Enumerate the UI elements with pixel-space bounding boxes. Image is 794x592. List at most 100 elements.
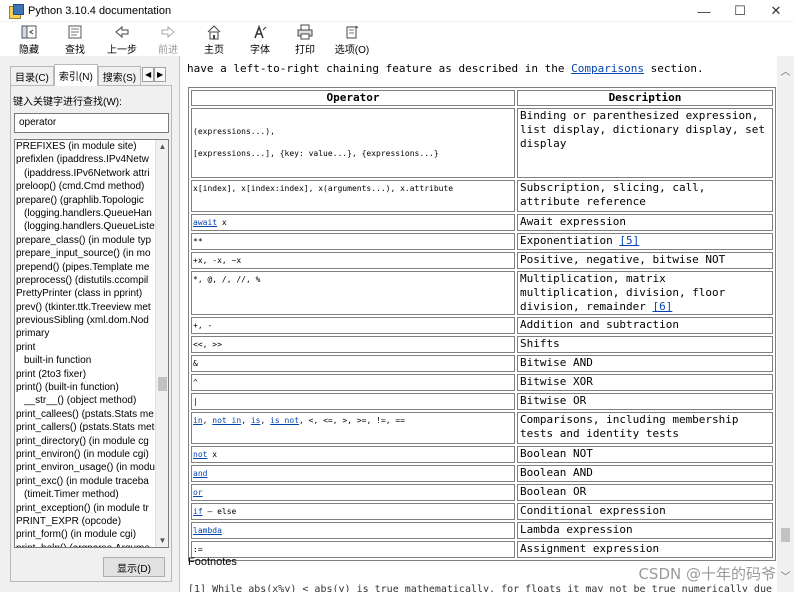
comparisons-link[interactable]: Comparisons (571, 62, 644, 75)
scroll-up-icon[interactable]: ▲ (156, 140, 168, 153)
tab-search[interactable]: 搜索(S) (97, 66, 142, 86)
keyword-link[interactable]: in (193, 416, 203, 425)
index-item[interactable]: print_callees() (pstats.Stats me (15, 408, 156, 421)
scroll-up-icon[interactable]: ︿ (777, 62, 794, 79)
index-item[interactable]: prev() (tkinter.ttk.Treeview met (15, 301, 156, 314)
keyword-link[interactable]: not (193, 450, 207, 459)
tab-scroll-left-icon[interactable]: ◀ (142, 67, 155, 82)
home-button[interactable]: 主页 (200, 22, 228, 56)
keyword-link[interactable]: or (193, 488, 203, 497)
tab-contents[interactable]: 目录(C) (10, 66, 54, 86)
keyword-input[interactable]: operator (14, 113, 169, 133)
footnote-link[interactable]: [5] (619, 234, 639, 247)
tab-scroll-right-icon[interactable]: ▶ (154, 67, 167, 82)
description-cell: Bitwise OR (517, 393, 773, 410)
index-item[interactable]: print_environ() (in module cgi) (15, 448, 156, 461)
index-item[interactable]: print (2to3 fixer) (15, 368, 156, 381)
operator-cell: & (191, 355, 515, 372)
index-item[interactable]: prefixlen (ipaddress.IPv4Netw (15, 153, 156, 166)
index-item[interactable]: (ipaddress.IPv6Network attri (15, 167, 156, 180)
description-text: Bitwise XOR (520, 375, 593, 388)
close-icon[interactable]: ✕ (758, 0, 794, 22)
index-item[interactable]: primary (15, 327, 156, 340)
scroll-down-icon[interactable]: ▼ (156, 534, 168, 547)
keyword-link[interactable]: is not (270, 416, 299, 425)
description-cell: Await expression (517, 214, 773, 231)
index-item[interactable]: prepare() (graphlib.Topologic (15, 194, 156, 207)
index-item[interactable]: __str__() (object method) (15, 394, 156, 407)
index-item[interactable]: prepend() (pipes.Template me (15, 261, 156, 274)
print-button[interactable]: 打印 (291, 22, 319, 56)
index-scrollbar[interactable]: ▲ ▼ (155, 140, 168, 547)
document-scrollbar[interactable]: ︿ ﹀ (777, 56, 794, 592)
footnote-link[interactable]: [6] (652, 300, 672, 313)
operator-line: [expressions...], {key: value...}, {expr… (193, 148, 513, 159)
maximize-icon[interactable]: ☐ (722, 0, 758, 22)
scroll-thumb[interactable] (781, 528, 790, 542)
keyword-link[interactable]: not in (212, 416, 241, 425)
operator-cell: and (191, 465, 515, 482)
description-column-header: Description (517, 90, 773, 106)
description-text: Shifts (520, 337, 560, 350)
index-item[interactable]: preloop() (cmd.Cmd method) (15, 180, 156, 193)
operator-line: +, - (193, 320, 513, 331)
index-item[interactable]: (logging.handlers.QueueListe (15, 220, 156, 233)
operator-line (193, 137, 513, 148)
operator-text: <<, >> (193, 340, 222, 349)
options-button[interactable]: 选项(O) (332, 22, 372, 56)
hide-button[interactable]: 隐藏 (12, 22, 46, 56)
scroll-thumb[interactable] (158, 377, 167, 391)
index-item[interactable]: print (15, 341, 156, 354)
find-button[interactable]: 查找 (60, 22, 90, 56)
index-item[interactable]: print_exception() (in module tr (15, 502, 156, 515)
scroll-down-icon[interactable]: ﹀ (777, 567, 794, 584)
table-row: not x Boolean NOT (191, 446, 773, 463)
keyword-link[interactable]: lambda (193, 526, 222, 535)
description-cell: Assignment expression (517, 541, 773, 558)
display-button[interactable]: 显示(D) (103, 557, 165, 577)
index-item[interactable]: (logging.handlers.QueueHan (15, 207, 156, 220)
operator-text: – else (202, 507, 237, 516)
index-item[interactable]: print() (built-in function) (15, 381, 156, 394)
tab-index[interactable]: 索引(N) (53, 64, 98, 86)
keyword-link[interactable]: await (193, 218, 217, 227)
index-item[interactable]: prepare_input_source() (in mo (15, 247, 156, 260)
index-item[interactable]: print_form() (in module cgi) (15, 528, 156, 541)
index-item[interactable]: print_exc() (in module traceba (15, 475, 156, 488)
index-list[interactable]: PREFIXES (in module site) prefixlen (ipad… (14, 139, 169, 548)
table-row: ^ Bitwise XOR (191, 374, 773, 391)
description-text: Assignment expression (520, 542, 660, 555)
index-item[interactable]: PrettyPrinter (class in pprint) (15, 287, 156, 300)
index-item[interactable]: (timeit.Timer method) (15, 488, 156, 501)
description-cell: Addition and subtraction (517, 317, 773, 334)
back-button[interactable]: 上一步 (106, 22, 138, 56)
font-button[interactable]: 字体 (246, 22, 274, 56)
index-item[interactable]: print_callers() (pstats.Stats met (15, 421, 156, 434)
index-item[interactable]: print_help() (argparse.Argume (15, 542, 156, 547)
operator-cell: await x (191, 214, 515, 231)
description-text: Boolean NOT (520, 447, 593, 460)
index-item[interactable]: PREFIXES (in module site) (15, 140, 156, 153)
index-item[interactable]: prepare_class() (in module typ (15, 234, 156, 247)
description-text: Bitwise AND (520, 356, 593, 369)
forward-button[interactable]: 前进 (154, 22, 182, 56)
table-row: in, not in, is, is not, <, <=, >, >=, !=… (191, 412, 773, 444)
footnotes-heading: Footnotes (188, 556, 237, 568)
operator-cell: | (191, 393, 515, 410)
minimize-icon[interactable]: — (686, 0, 722, 22)
keyword-link[interactable]: if (193, 507, 203, 516)
index-item[interactable]: print_directory() (in module cg (15, 435, 156, 448)
description-cell: Lambda expression (517, 522, 773, 539)
description-cell: Exponentiation [5] (517, 233, 773, 250)
index-item[interactable]: built-in function (15, 354, 156, 367)
operator-line: +x, -x, ~x (193, 255, 513, 266)
operator-line: | (193, 396, 513, 407)
description-text: Positive, negative, bitwise NOT (520, 253, 726, 266)
description-cell: Binding or parenthesized expression, lis… (517, 108, 773, 178)
index-item[interactable]: previousSibling (xml.dom.Nod (15, 314, 156, 327)
index-item[interactable]: PRINT_EXPR (opcode) (15, 515, 156, 528)
index-item[interactable]: print_environ_usage() (in modu (15, 461, 156, 474)
table-row: +, - Addition and subtraction (191, 317, 773, 334)
keyword-link[interactable]: and (193, 469, 207, 478)
index-item[interactable]: preprocess() (distutils.ccompil (15, 274, 156, 287)
